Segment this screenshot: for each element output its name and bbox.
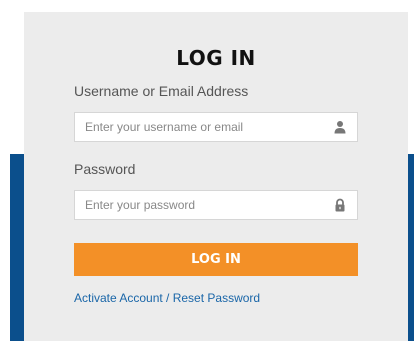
username-label: Username or Email Address	[74, 83, 249, 99]
activate-account-link[interactable]: Activate Account / Reset Password	[74, 291, 260, 305]
username-input[interactable]	[75, 113, 325, 141]
login-button[interactable]: LOG IN	[74, 243, 358, 276]
user-icon	[334, 121, 346, 134]
login-title: LOG IN	[176, 46, 256, 70]
lock-icon	[335, 198, 345, 212]
username-field-container	[74, 112, 358, 142]
login-card: LOG IN Username or Email Address Passwor…	[24, 12, 408, 341]
password-label: Password	[74, 161, 136, 177]
password-input[interactable]	[75, 191, 325, 219]
password-field-container	[74, 190, 358, 220]
